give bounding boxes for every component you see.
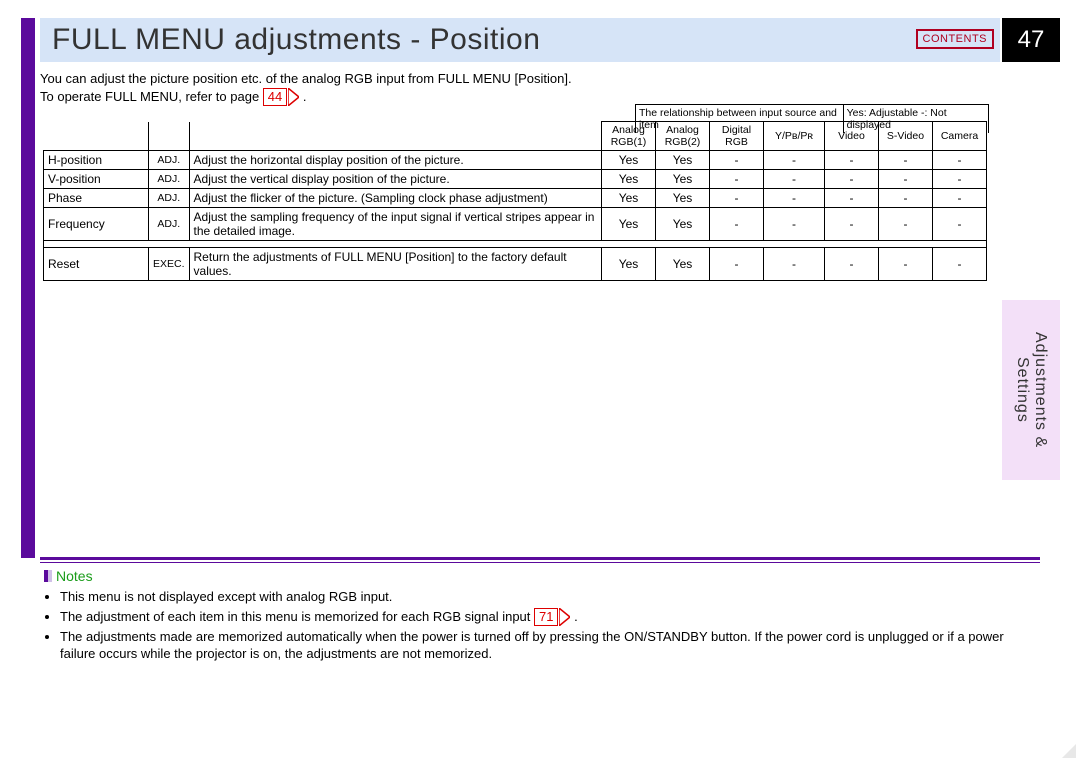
table-row: FrequencyADJ.Adjust the sampling frequen…: [44, 208, 987, 241]
page-corner-icon: [1062, 744, 1076, 758]
intro-line-1: You can adjust the picture position etc.…: [40, 70, 990, 88]
divider: [40, 557, 1040, 563]
notes-section: Notes This menu is not displayed except …: [44, 568, 1030, 665]
right-arrow-icon: [288, 88, 299, 106]
table-row: H-positionADJ.Adjust the horizontal disp…: [44, 151, 987, 170]
table-row: V-positionADJ.Adjust the vertical displa…: [44, 170, 987, 189]
notes-icon: [44, 570, 52, 582]
note-item: This menu is not displayed except with a…: [60, 588, 1030, 606]
left-purple-stripe: [21, 18, 35, 558]
table-row: ResetEXEC.Return the adjustments of FULL…: [44, 248, 987, 281]
side-tab-adjustments[interactable]: Adjustments & Settings: [1002, 300, 1060, 480]
note-item: The adjustment of each item in this menu…: [60, 608, 1030, 626]
right-arrow-icon: [559, 608, 570, 626]
note-item: The adjustments made are memorized autom…: [60, 628, 1030, 663]
adjustments-table: Analog RGB(1) Analog RGB(2) Digital RGB …: [43, 121, 987, 281]
intro-text: You can adjust the picture position etc.…: [40, 70, 990, 106]
table-header-row: Analog RGB(1) Analog RGB(2) Digital RGB …: [44, 122, 987, 151]
contents-button[interactable]: CONTENTS: [916, 29, 995, 49]
page-title: FULL MENU adjustments - Position: [40, 23, 540, 57]
table-row: PhaseADJ.Adjust the flicker of the pictu…: [44, 189, 987, 208]
page-ref-44[interactable]: 44: [263, 88, 299, 106]
notes-title: Notes: [44, 568, 1030, 584]
page-ref-71[interactable]: 71: [534, 608, 570, 626]
page-number: 47: [1002, 18, 1060, 62]
title-bar: FULL MENU adjustments - Position CONTENT…: [40, 18, 1000, 62]
